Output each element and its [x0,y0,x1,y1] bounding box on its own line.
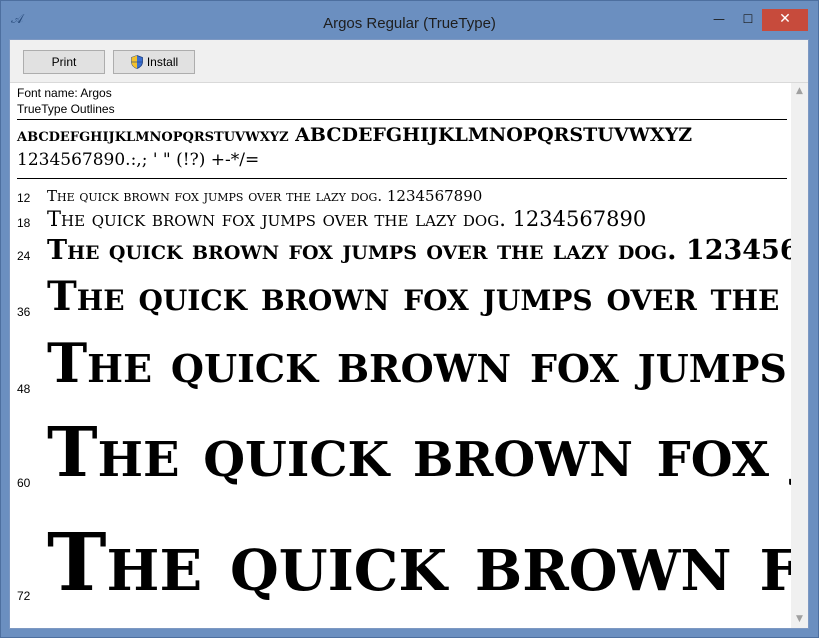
print-button[interactable]: Print [23,50,105,74]
uac-shield-icon [130,55,143,69]
sample-size-label: 12 [17,191,31,205]
sample-row-12: 12 The quick brown fox jumps over the la… [10,187,791,207]
sample-size-label: 72 [17,589,31,603]
sample-size-label: 24 [17,249,31,263]
font-preview-pane: Print Install Font name: Argos TrueType … [9,39,809,629]
toolbar: Print Install [10,40,808,83]
divider [17,119,787,120]
charset-letters: abcdefghijklmnopqrstuvwxyz ABCDEFGHIJKLM… [17,124,693,146]
minimize-button[interactable]: — [707,9,731,31]
sample-text: The quick brown fox jumps over the lazy … [47,207,647,231]
sample-text: The quick brown fox jumps over the lazy … [47,235,791,266]
scroll-up-icon[interactable]: ▲ [791,83,808,100]
sample-size-label: 18 [17,216,31,230]
sample-row-24: 24 The quick brown fox jumps over the la… [10,235,791,271]
font-name-label: Font name: Argos [17,86,112,100]
sample-text: The quick brown fox jumps over the lazy … [47,187,483,205]
preview-content: Font name: Argos TrueType Outlines abcde… [10,83,791,628]
sample-row-72: 72 The quick brown fox jumps over the la… [10,515,791,628]
sample-row-48: 48 The quick brown fox jumps over the la… [10,331,791,411]
charset-digits-symbols: 1234567890.:,; ' " (!?) +-*/= [17,150,260,170]
sample-text: The quick brown fox jumps over the lazy … [47,515,791,609]
sample-row-36: 36 The quick brown fox jumps over the la… [10,273,791,329]
sample-row-60: 60 The quick brown fox jumps over the la… [10,413,791,513]
window-title: Argos Regular (TrueType) [323,15,496,32]
sample-text: The quick brown fox jumps over the lazy … [47,273,791,320]
maximize-button[interactable]: ☐ [736,9,760,31]
sample-size-label: 36 [17,305,31,319]
divider [17,178,787,179]
vertical-scrollbar[interactable]: ▲ ▼ [791,83,808,628]
sample-size-label: 48 [17,382,31,396]
sample-size-label: 60 [17,476,31,490]
install-button-label: Install [146,55,179,69]
install-button[interactable]: Install [113,50,195,74]
print-button-label: Print [51,55,77,69]
scroll-down-icon[interactable]: ▼ [791,611,808,628]
sample-text: The quick brown fox jumps over the lazy … [47,331,791,395]
close-button[interactable]: ✕ [762,9,808,31]
font-outline-label: TrueType Outlines [17,102,115,116]
sample-row-18: 18 The quick brown fox jumps over the la… [10,207,791,233]
title-bar[interactable]: 𝒜 Argos Regular (TrueType) — ☐ ✕ [1,1,818,39]
sample-text: The quick brown fox jumps over the lazy … [47,413,791,493]
font-viewer-window: 𝒜 Argos Regular (TrueType) — ☐ ✕ Print I… [0,0,819,638]
